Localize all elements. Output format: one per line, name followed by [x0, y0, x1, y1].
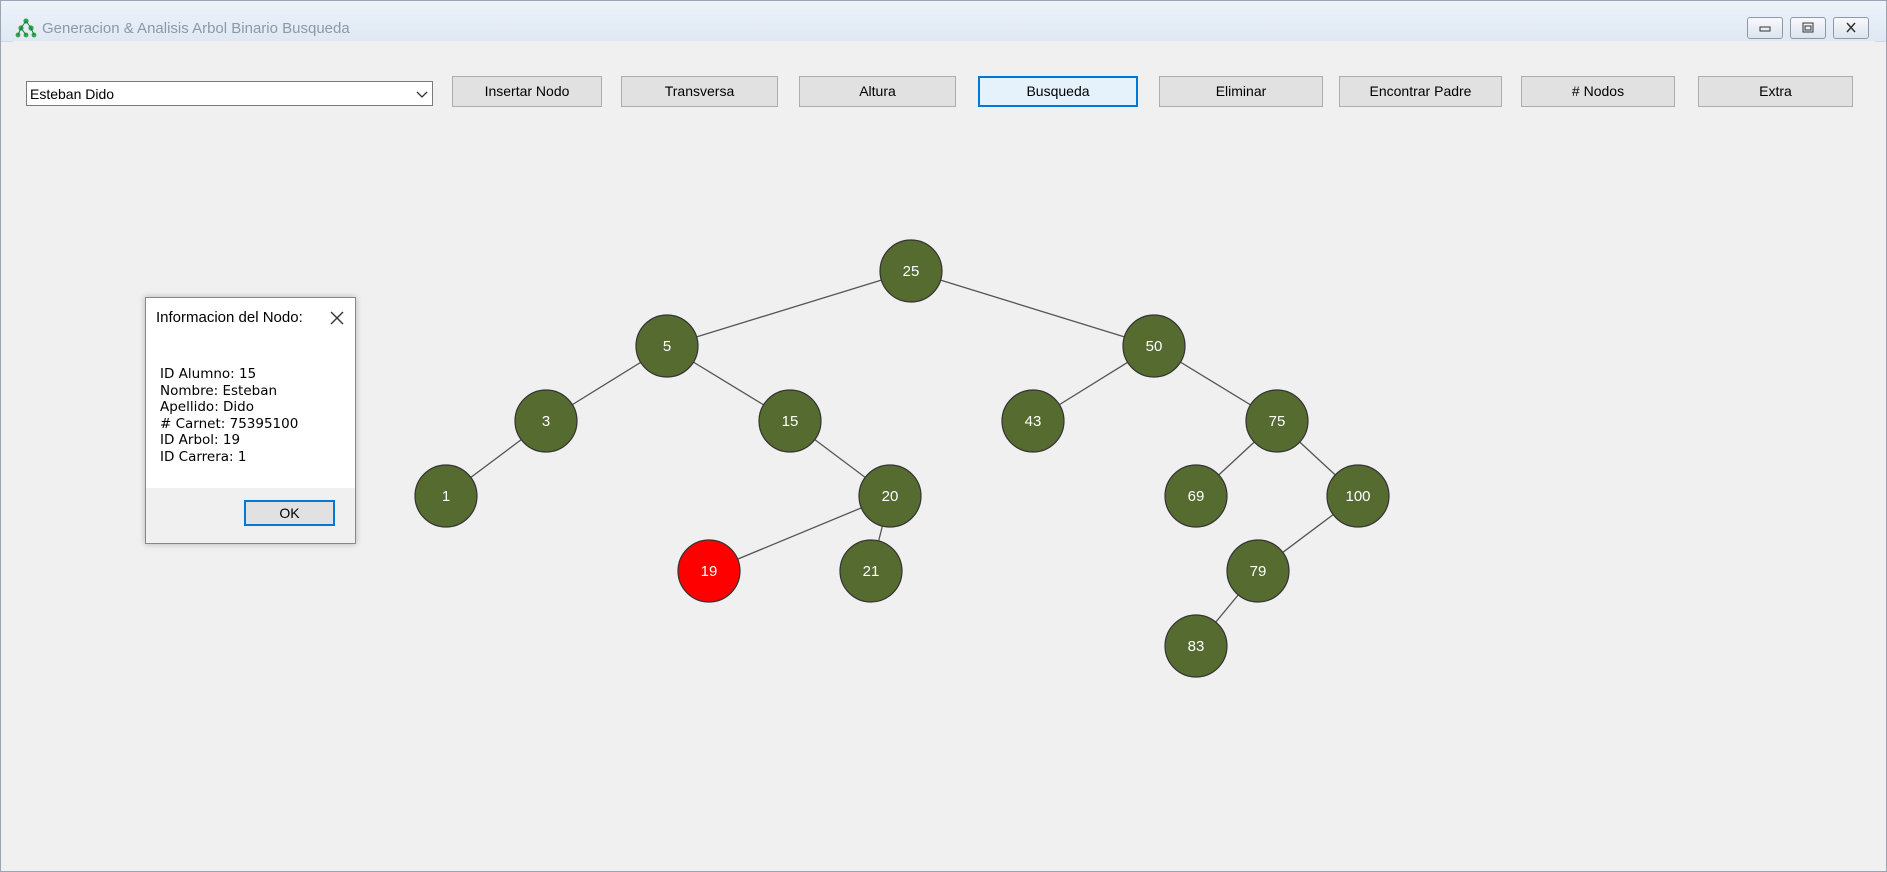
close-icon[interactable] [327, 308, 347, 328]
tree-node[interactable]: 3 [514, 389, 578, 453]
tree-node-label: 19 [701, 563, 718, 580]
tree-node[interactable]: 100 [1326, 464, 1390, 528]
tree-node[interactable]: 15 [758, 389, 822, 453]
ok-button[interactable]: OK [244, 500, 335, 526]
tree-node-label: 21 [863, 563, 880, 580]
tree-node[interactable]: 1 [414, 464, 478, 528]
dialog-line-tree-id: ID Arbol: 19 [160, 432, 241, 448]
tree-node-label: 25 [903, 263, 920, 280]
tree-node-label: 20 [882, 488, 899, 505]
app-window: Generacion & Analisis Arbol Binario Busq… [0, 0, 1887, 872]
dialog-title: Informacion del Nodo: [156, 309, 303, 326]
dialog-footer: OK [146, 488, 355, 543]
dialog-message: ID Alumno: 15 Nombre: Esteban Apellido: … [160, 366, 298, 465]
tree-node[interactable]: 5 [635, 314, 699, 378]
tree-node-label: 43 [1025, 413, 1042, 430]
dialog-line-surname: Apellido: Dido [160, 399, 255, 415]
dialog-line-student-id: ID Alumno: 15 [160, 366, 257, 382]
dialog-line-career-id: ID Carrera: 1 [160, 448, 247, 465]
tree-node[interactable]: 25 [879, 239, 943, 303]
tree-node-label: 5 [663, 338, 671, 355]
tree-node[interactable]: 43 [1001, 389, 1065, 453]
tree-node-found[interactable]: 19 [677, 539, 741, 603]
tree-node-label: 15 [782, 413, 799, 430]
tree-node[interactable]: 21 [839, 539, 903, 603]
tree-node-label: 1 [442, 488, 450, 505]
dialog-line-carnet: # Carnet: 75395100 [160, 415, 299, 432]
tree-node-label: 69 [1188, 488, 1205, 505]
tree-node-label: 50 [1146, 338, 1163, 355]
tree-node[interactable]: 79 [1226, 539, 1290, 603]
tree-edge [666, 270, 912, 347]
node-info-dialog: Informacion del Nodo: ID Alumno: 15 Nomb… [145, 297, 356, 544]
tree-node-label: 83 [1188, 638, 1205, 655]
tree-node[interactable]: 20 [858, 464, 922, 528]
tree-node[interactable]: 50 [1122, 314, 1186, 378]
tree-node-label: 79 [1250, 563, 1267, 580]
tree-node[interactable]: 83 [1164, 614, 1228, 678]
tree-node[interactable]: 75 [1245, 389, 1309, 453]
tree-node-label: 3 [542, 413, 550, 430]
tree-node-label: 75 [1269, 413, 1286, 430]
tree-edge [910, 270, 1155, 347]
tree-node[interactable]: 69 [1164, 464, 1228, 528]
tree-node-label: 100 [1345, 488, 1370, 505]
dialog-line-name: Nombre: Esteban [160, 382, 278, 399]
